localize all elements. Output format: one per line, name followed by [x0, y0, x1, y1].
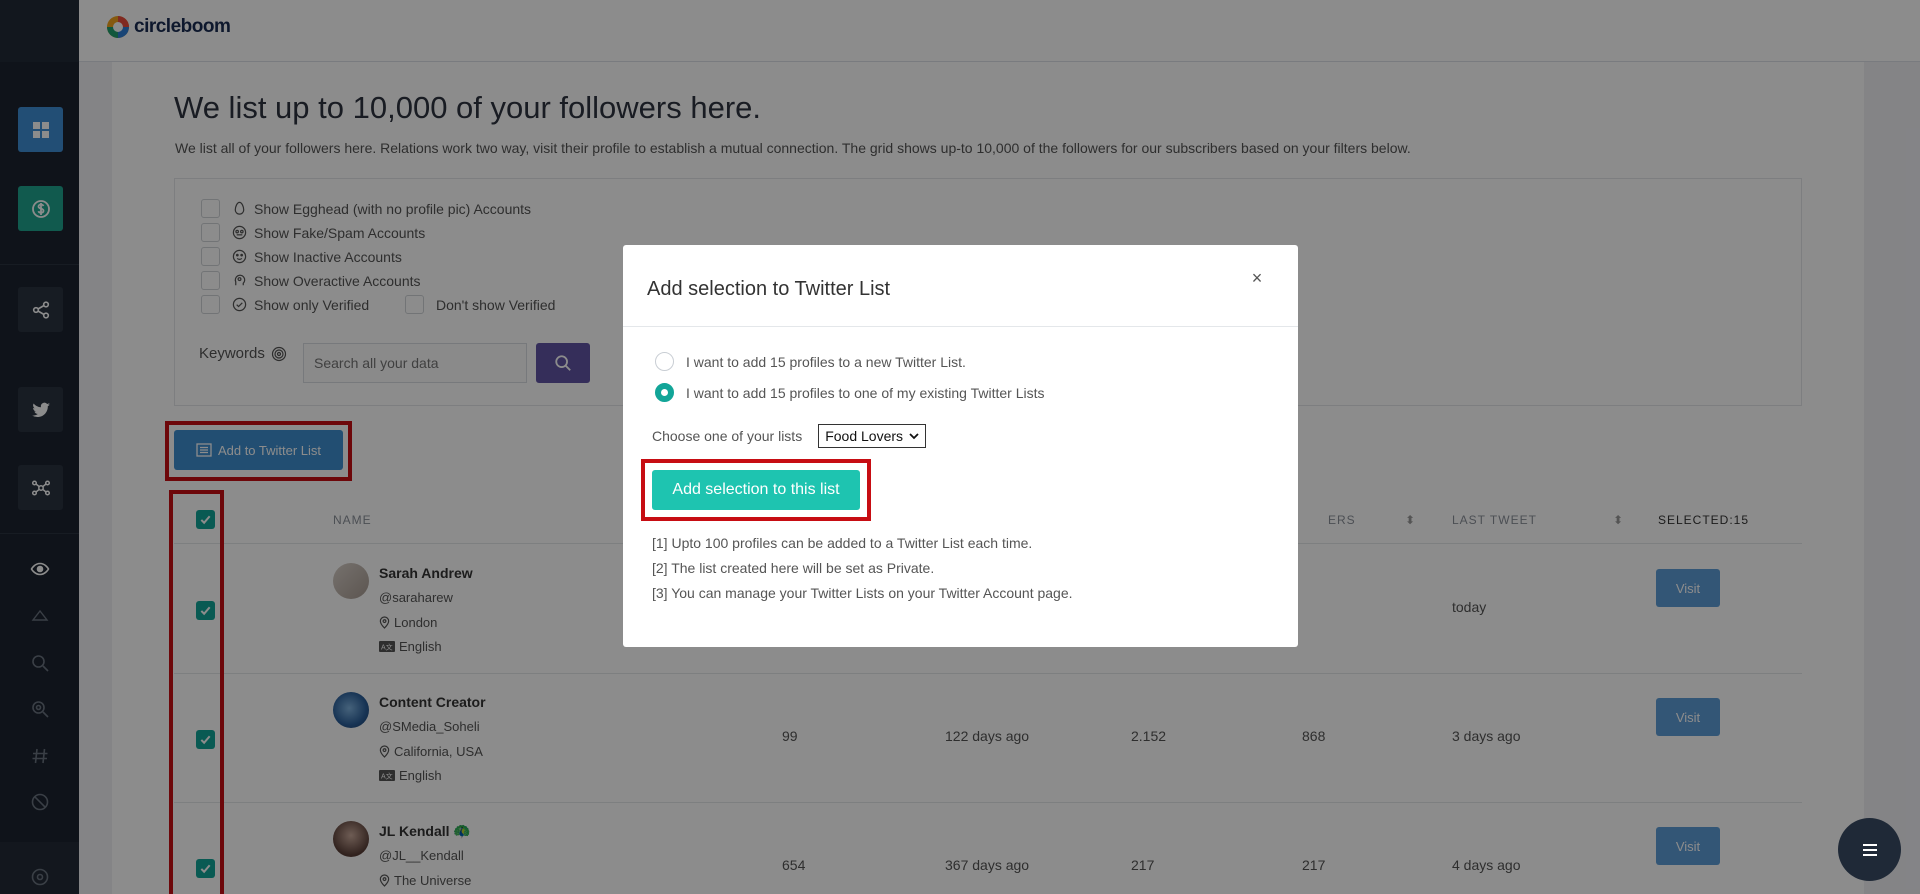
modal-note: [3] You can manage your Twitter Lists on…: [652, 585, 1073, 601]
close-icon[interactable]: ×: [1248, 268, 1266, 288]
new-list-radio[interactable]: [655, 352, 674, 371]
option-existing-label: I want to add 15 profiles to one of my e…: [686, 384, 1045, 401]
option-new-list[interactable]: I want to add 15 profiles to a new Twitt…: [655, 352, 966, 371]
modal-header: Add selection to Twitter List ×: [623, 245, 1298, 327]
choose-list-row: Choose one of your lists Food Lovers: [652, 424, 927, 448]
modal-title: Add selection to Twitter List: [647, 278, 891, 300]
floating-menu-button[interactable]: [1838, 818, 1901, 881]
list-select[interactable]: Food Lovers: [818, 424, 927, 448]
option-existing-list[interactable]: I want to add 15 profiles to one of my e…: [655, 383, 1044, 402]
modal-note: [1] Upto 100 profiles can be added to a …: [652, 535, 1033, 551]
existing-list-radio[interactable]: [655, 383, 674, 402]
chevron-down-icon: [909, 432, 919, 439]
modal-note: [2] The list created here will be set as…: [652, 560, 935, 576]
choose-list-label: Choose one of your lists: [652, 428, 803, 444]
highlight-add-selection: [641, 459, 871, 521]
option-new-label: I want to add 15 profiles to a new Twitt…: [686, 353, 966, 370]
selected-list-value: Food Lovers: [825, 428, 904, 444]
hamburger-icon: [1862, 843, 1877, 856]
add-to-list-modal: Add selection to Twitter List × I want t…: [623, 245, 1298, 647]
